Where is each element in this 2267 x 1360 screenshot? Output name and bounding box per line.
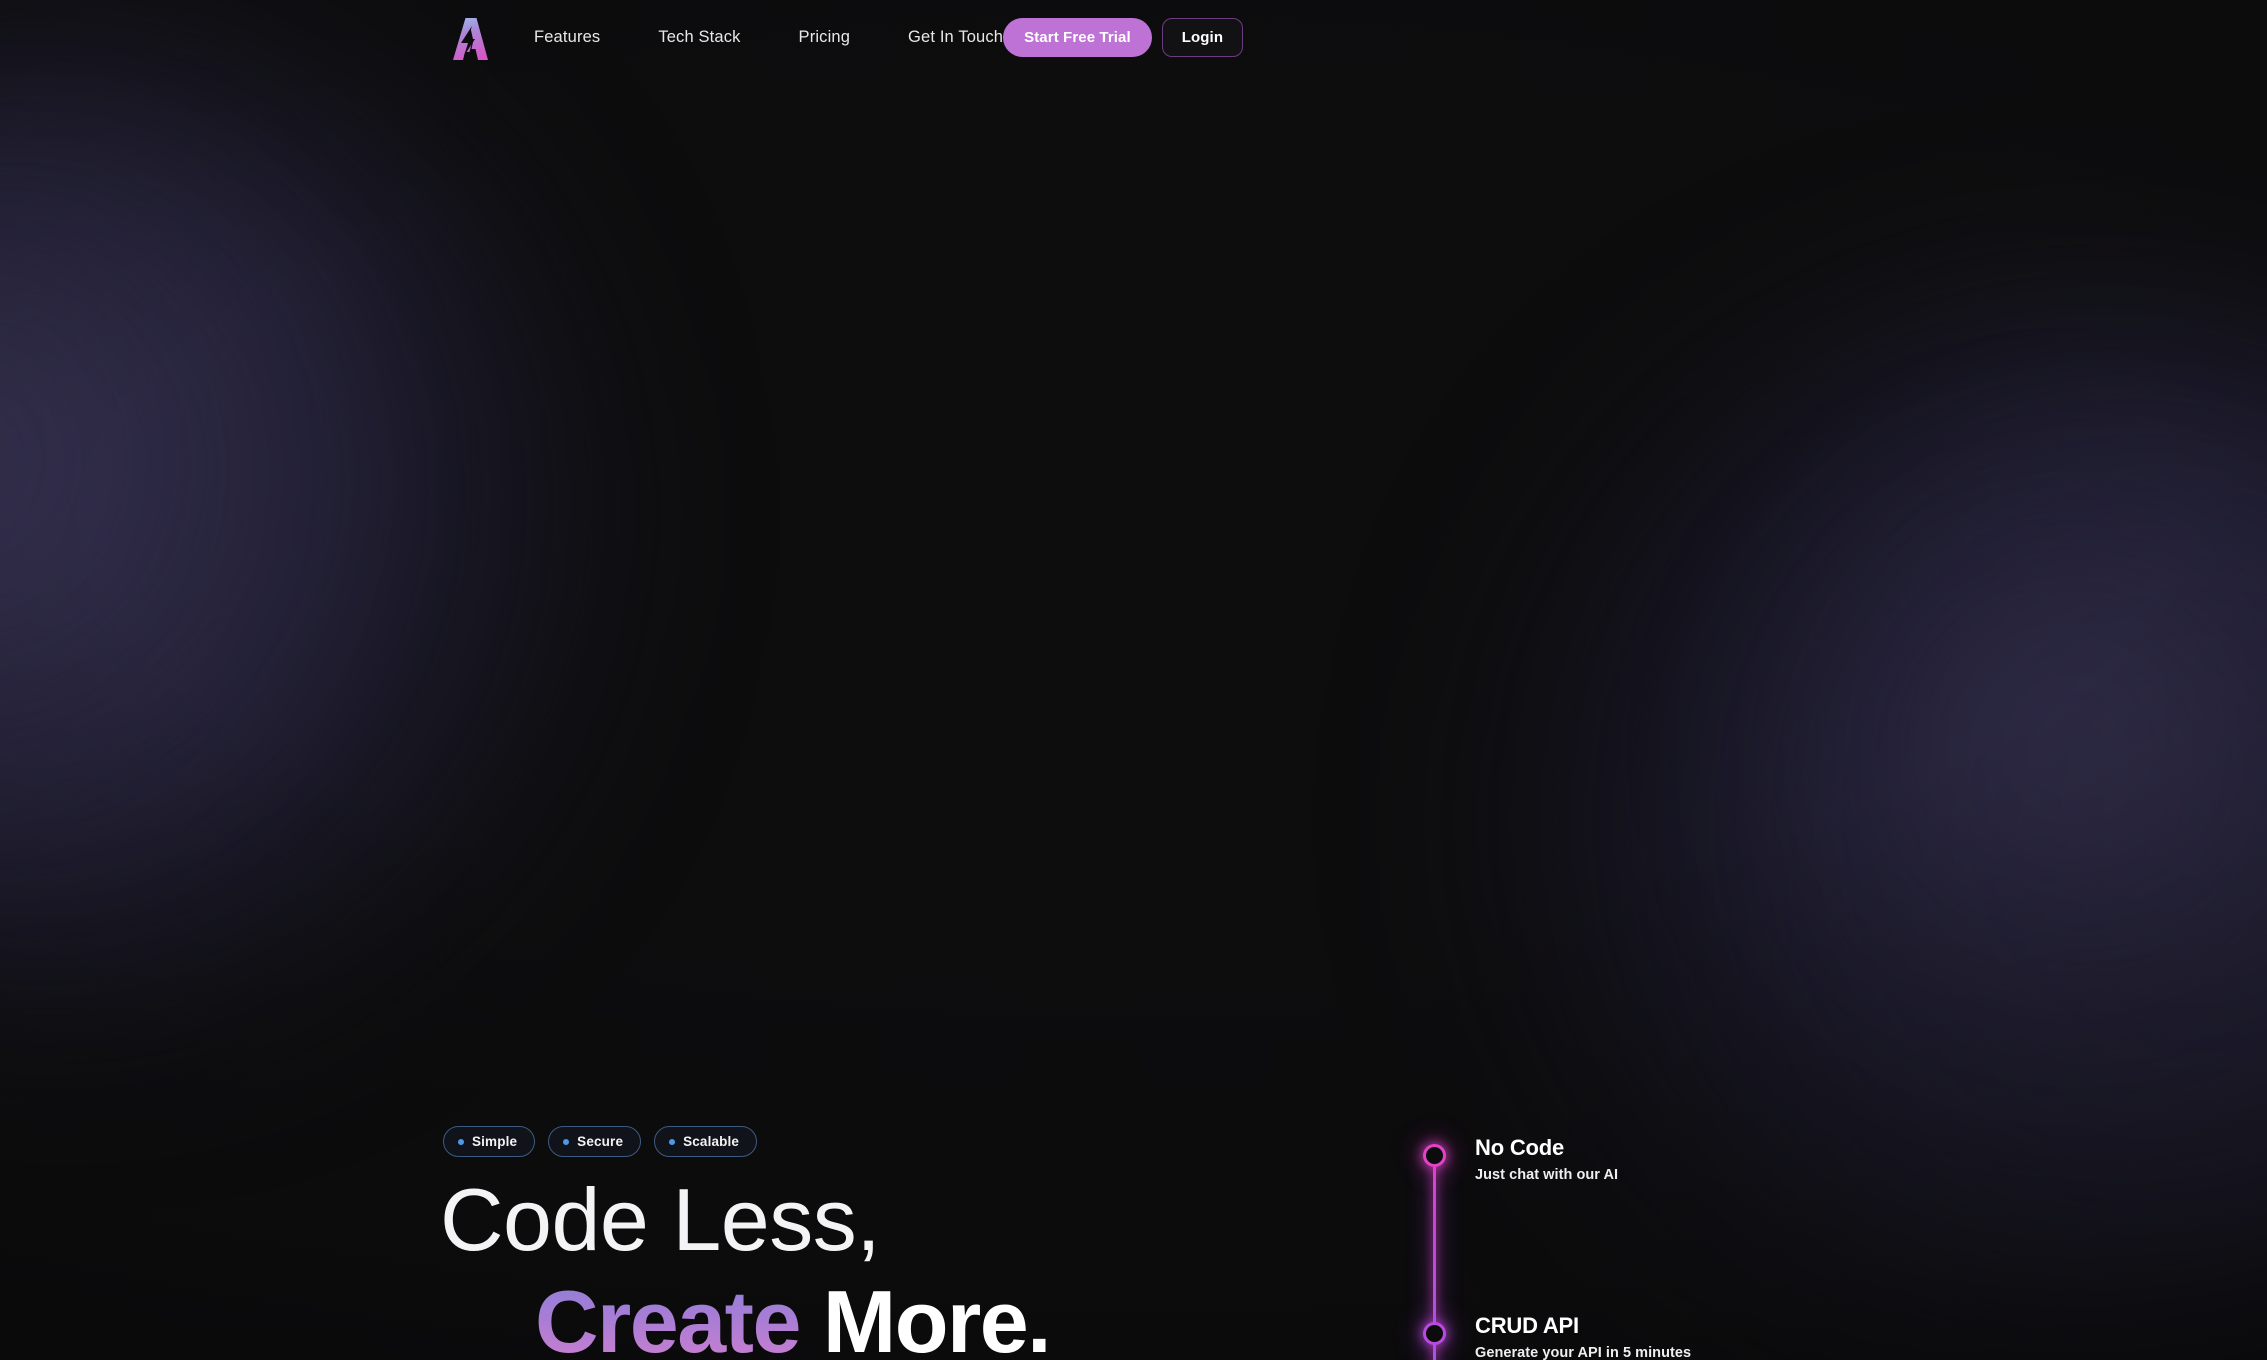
badge-label: Scalable bbox=[683, 1134, 740, 1149]
nav-link-pricing[interactable]: Pricing bbox=[799, 20, 851, 55]
hero-content: Simple Secure Scalable Code Less, Create… bbox=[440, 1126, 1343, 1360]
badge-simple[interactable]: Simple bbox=[443, 1126, 536, 1157]
start-free-trial-button[interactable]: Start Free Trial bbox=[1003, 18, 1152, 57]
hero-section: Simple Secure Scalable Code Less, Create… bbox=[0, 75, 2267, 1360]
headline-gradient-word: Create bbox=[535, 1272, 801, 1360]
site-header: Features Tech Stack Pricing Get In Touch… bbox=[0, 0, 2267, 75]
timeline-item-subtitle: Just chat with our AI bbox=[1475, 1167, 1619, 1184]
nav-link-tech-stack[interactable]: Tech Stack bbox=[658, 20, 740, 55]
timeline-item[interactable]: No Code Just chat with our AI bbox=[1415, 1135, 2015, 1183]
nav-link-get-in-touch[interactable]: Get In Touch bbox=[908, 20, 1003, 55]
timeline-item-title: No Code bbox=[1475, 1135, 1565, 1160]
timeline-item-body: CRUD API Generate your API in 5 minutes bbox=[1415, 1313, 2015, 1360]
timeline-item-body: No Code Just chat with our AI bbox=[1415, 1135, 2015, 1183]
login-button[interactable]: Login bbox=[1161, 18, 1244, 57]
headline-line-one: Code Less, bbox=[440, 1170, 881, 1269]
badge-scalable[interactable]: Scalable bbox=[654, 1126, 758, 1157]
nav-link-features[interactable]: Features bbox=[534, 20, 600, 55]
timeline-item[interactable]: CRUD API Generate your API in 5 minutes bbox=[1415, 1313, 2015, 1360]
timeline-item-title: CRUD API bbox=[1475, 1313, 1579, 1338]
timeline-node-icon bbox=[1423, 1144, 1446, 1167]
hero-headline: Code Less, Create More. bbox=[440, 1170, 1343, 1360]
bullet-dot-icon bbox=[458, 1138, 464, 1145]
timeline-item-subtitle: Generate your API in 5 minutes bbox=[1475, 1345, 1692, 1360]
headline-line-two: Create More. bbox=[535, 1278, 1343, 1360]
main-navigation: Features Tech Stack Pricing Get In Touch bbox=[534, 20, 1003, 55]
feature-timeline: No Code Just chat with our AI CRUD API G… bbox=[1415, 1135, 2035, 1360]
badge-label: Secure bbox=[577, 1134, 624, 1149]
badge-label: Simple bbox=[472, 1134, 518, 1149]
headline-white-word: More. bbox=[822, 1272, 1052, 1360]
timeline-node-icon bbox=[1423, 1322, 1446, 1345]
hero-badge-list: Simple Secure Scalable bbox=[443, 1126, 1343, 1157]
bullet-dot-icon bbox=[669, 1138, 676, 1145]
header-actions: Start Free Trial Login bbox=[1003, 18, 2262, 57]
badge-secure[interactable]: Secure bbox=[548, 1126, 642, 1157]
lightning-a-logo[interactable] bbox=[448, 16, 490, 62]
bullet-dot-icon bbox=[563, 1138, 570, 1145]
